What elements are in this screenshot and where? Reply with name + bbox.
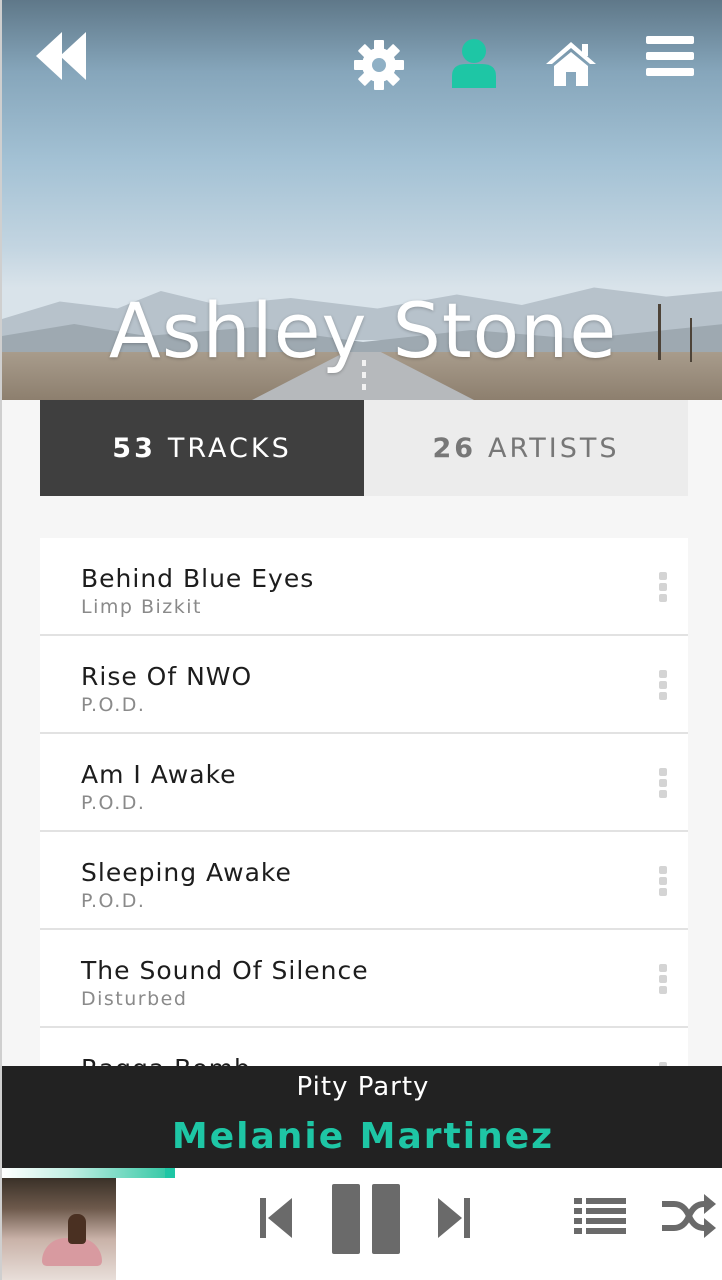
now-playing-artist: Melanie Martinez (171, 1116, 555, 1157)
queue-list-icon[interactable] (574, 1196, 628, 1238)
user-icon[interactable] (448, 38, 500, 90)
track-row[interactable]: The Sound Of Silence Disturbed (40, 930, 688, 1028)
hamburger-menu-icon[interactable] (644, 34, 696, 78)
track-title: Am I Awake (81, 760, 237, 789)
track-artist: P.O.D. (81, 890, 146, 912)
more-options-icon[interactable] (658, 670, 668, 702)
progress-fill (2, 1168, 175, 1178)
skip-previous-icon[interactable] (258, 1196, 294, 1240)
album-art-thumbnail[interactable] (2, 1178, 116, 1280)
more-options-icon[interactable] (658, 866, 668, 898)
more-options-icon[interactable] (658, 768, 668, 800)
track-row[interactable]: Rise Of NWO P.O.D. (40, 636, 688, 734)
more-options-icon[interactable] (658, 964, 668, 996)
track-list[interactable]: Behind Blue Eyes Limp Bizkit Rise Of NWO… (40, 538, 688, 1066)
progress-handle[interactable] (165, 1168, 175, 1178)
track-artist: Limp Bizkit (81, 596, 202, 618)
track-artist: P.O.D. (81, 792, 146, 814)
profile-header: Ashley Stone (2, 0, 722, 400)
track-title: Ragga Bomb (81, 1054, 251, 1066)
skip-next-icon[interactable] (436, 1196, 472, 1240)
track-title: Behind Blue Eyes (81, 564, 315, 593)
tab-artists[interactable]: 26 ARTISTS (364, 400, 688, 496)
track-title: Rise Of NWO (81, 662, 253, 691)
player-controls (2, 1178, 722, 1280)
library-tabs: 53 TRACKS 26 ARTISTS (40, 400, 688, 496)
home-icon[interactable] (544, 40, 598, 88)
artists-count: 26 (432, 432, 477, 464)
track-row[interactable]: Ragga Bomb (40, 1028, 688, 1066)
now-playing-song: Pity Party (296, 1072, 430, 1102)
profile-name: Ashley Stone (108, 286, 618, 375)
more-options-icon[interactable] (658, 572, 668, 604)
shuffle-icon[interactable] (662, 1194, 716, 1238)
now-playing-bar[interactable]: Pity Party Melanie Martinez (2, 1066, 722, 1168)
track-row[interactable]: Behind Blue Eyes Limp Bizkit (40, 538, 688, 636)
track-title: Sleeping Awake (81, 858, 292, 887)
tracks-count: 53 (112, 432, 156, 464)
track-row[interactable]: Am I Awake P.O.D. (40, 734, 688, 832)
playback-progress-bar[interactable] (2, 1168, 722, 1178)
back-double-arrow-icon[interactable] (36, 30, 90, 82)
track-artist: P.O.D. (81, 694, 146, 716)
tab-label: TRACKS (167, 432, 292, 464)
track-row[interactable]: Sleeping Awake P.O.D. (40, 832, 688, 930)
tab-label: ARTISTS (488, 432, 620, 464)
track-title: The Sound Of Silence (81, 956, 369, 985)
tab-tracks[interactable]: 53 TRACKS (40, 400, 364, 496)
gear-icon[interactable] (354, 40, 404, 90)
track-artist: Disturbed (81, 988, 188, 1010)
pause-icon[interactable] (330, 1184, 402, 1254)
